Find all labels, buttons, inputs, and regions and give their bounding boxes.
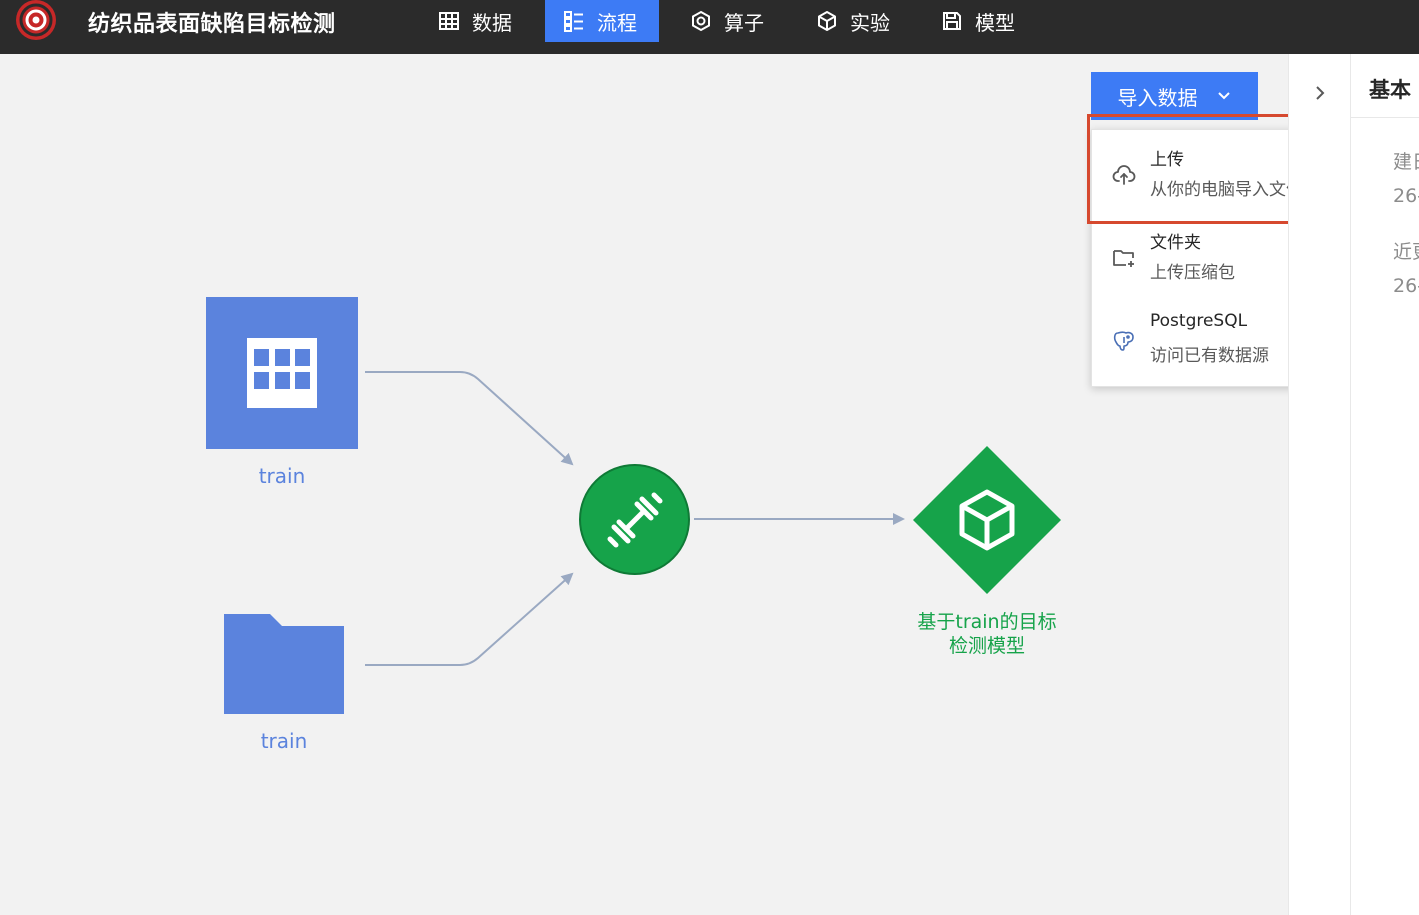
nav-label: 流程 — [597, 10, 637, 35]
nav-label: 模型 — [975, 10, 1015, 35]
chevron-right-icon — [1316, 86, 1325, 100]
cube-icon — [818, 11, 836, 31]
nav-item-model[interactable]: 模型 — [923, 0, 1033, 42]
top-bar: 纺织品表面缺陷目标检测 数据 流程 算子 实验 模型 — [0, 0, 1419, 54]
import-data-button[interactable]: 导入数据 — [1091, 72, 1258, 120]
panel-field-label: 近更 — [1393, 241, 1419, 263]
menu-item-title: 文件夹 — [1150, 233, 1201, 253]
panel-field-value: 26- — [1393, 185, 1419, 207]
panel-collapse-button[interactable] — [1289, 54, 1351, 915]
nav-item-experiment[interactable]: 实验 — [798, 0, 908, 42]
app-title: 纺织品表面缺陷目标检测 — [88, 12, 336, 37]
table-icon — [439, 12, 459, 30]
dumbbell-icon — [607, 492, 662, 547]
train-operator-node[interactable] — [579, 464, 690, 575]
folder-plus-icon — [1113, 250, 1134, 267]
nav-label: 数据 — [472, 10, 512, 35]
nav-item-data[interactable]: 数据 — [420, 0, 530, 42]
properties-panel: 基本 建日 26- 近更 26- — [1288, 54, 1419, 915]
postgresql-icon — [1113, 331, 1134, 351]
app-logo-icon[interactable] — [12, 0, 60, 44]
menu-item-title: PostgreSQL — [1150, 311, 1248, 331]
cloud-upload-icon — [1112, 165, 1136, 185]
dataset-table-label: train — [258, 464, 306, 488]
menu-item-title: 上传 — [1150, 150, 1184, 170]
model-node[interactable] — [913, 446, 1061, 594]
menu-item-desc: 上传压缩包 — [1150, 263, 1235, 283]
model-label-line: 检测模型 — [948, 635, 1025, 657]
table-icon — [247, 338, 317, 408]
hexagon-icon — [692, 10, 710, 32]
panel-title: 基本 — [1369, 78, 1411, 102]
panel-field-label: 建日 — [1393, 151, 1419, 173]
import-data-label: 导入数据 — [1117, 87, 1198, 110]
nav-item-operator[interactable]: 算子 — [672, 0, 782, 42]
edge-folder-to-train — [365, 572, 574, 666]
dataset-folder-node[interactable] — [222, 612, 346, 716]
flow-canvas[interactable]: train train 基于train的目标 检测模型 导入数据 上传 从你的电… — [0, 54, 1393, 915]
chevron-down-icon — [1217, 92, 1230, 100]
flow-icon — [564, 11, 583, 32]
nav-item-flow[interactable]: 流程 — [545, 0, 659, 42]
edge-table-to-train — [365, 371, 574, 466]
nav-label: 实验 — [850, 10, 890, 35]
nav-label: 算子 — [724, 10, 764, 35]
menu-item-desc: 访问已有数据源 — [1150, 346, 1269, 366]
panel-field-value: 26- — [1393, 275, 1419, 297]
model-label-line: 基于train的目标 — [917, 611, 1057, 633]
model-node-label: 基于train的目标 检测模型 — [898, 610, 1076, 658]
dataset-folder-label: train — [260, 729, 308, 753]
save-icon — [943, 12, 961, 30]
menu-item-desc: 从你的电脑导入文件 — [1150, 180, 1303, 200]
panel-divider — [1351, 117, 1419, 118]
dataset-table-node[interactable] — [206, 297, 358, 449]
